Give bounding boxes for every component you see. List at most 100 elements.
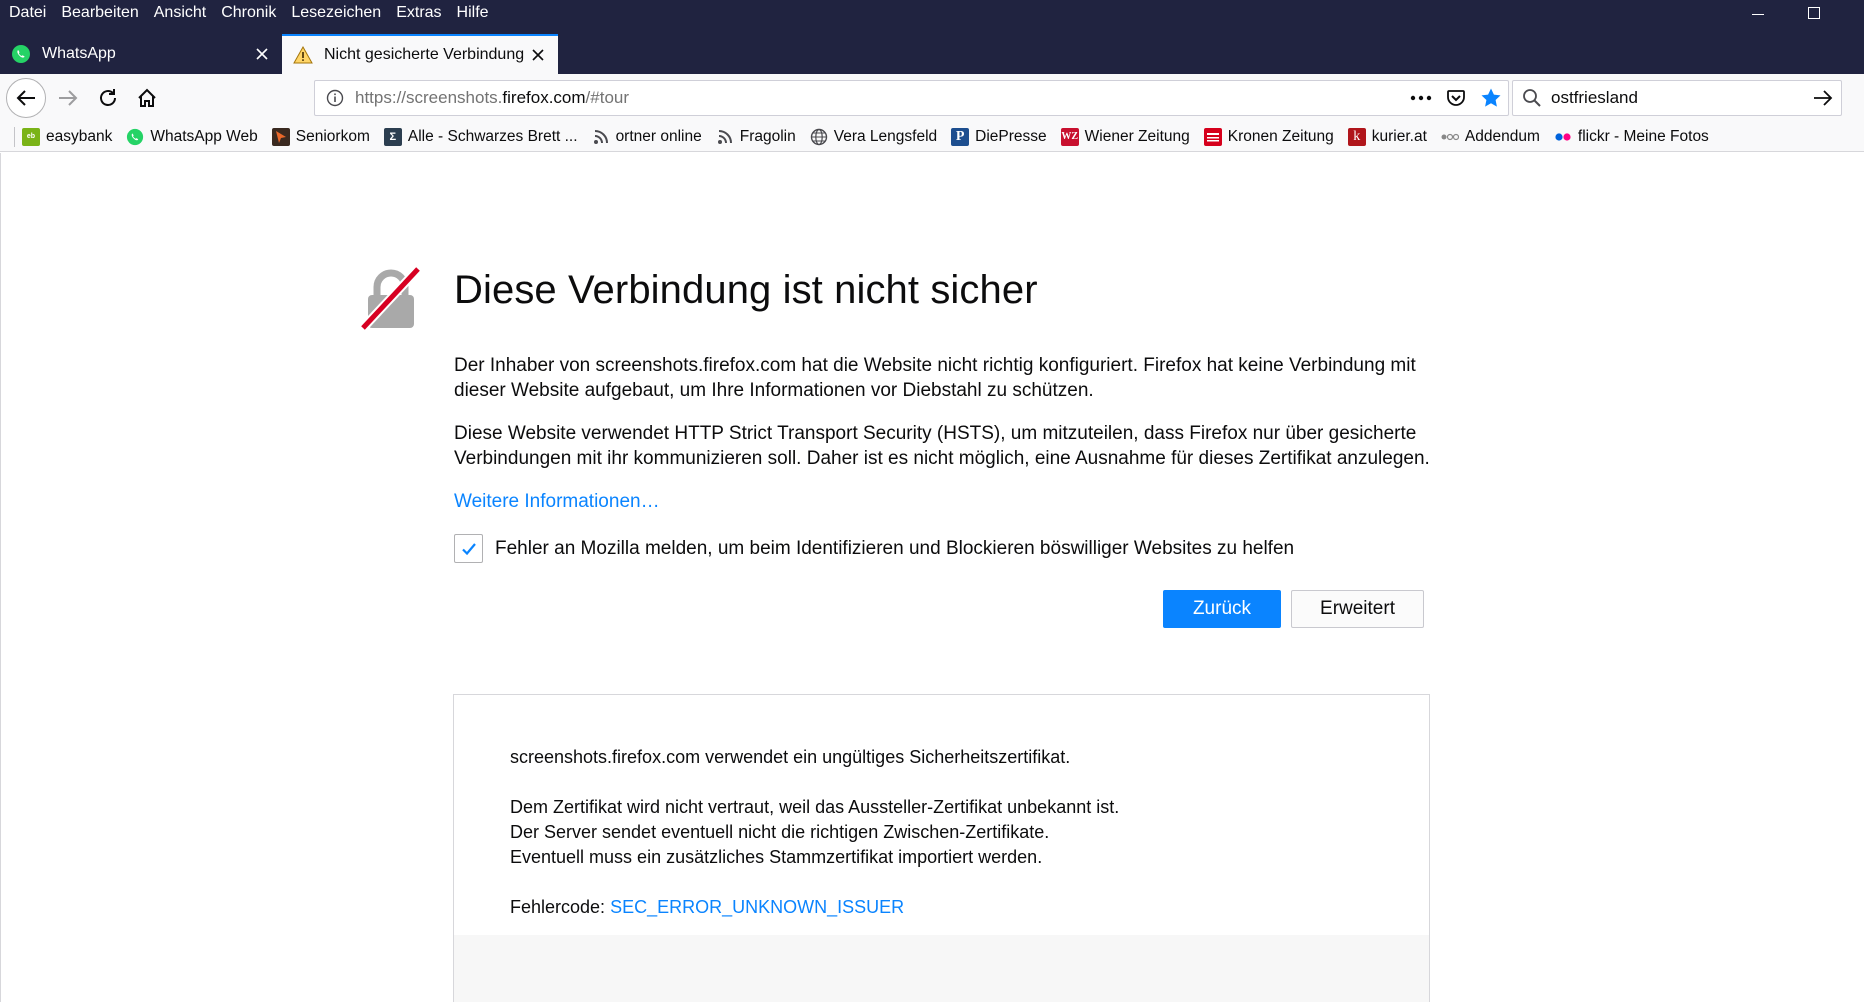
menu-chronik[interactable]: Chronik: [221, 4, 276, 22]
url-suffix: /#tour: [585, 88, 630, 107]
menu-bar: Datei Bearbeiten Ansicht Chronik Lesezei…: [0, 0, 504, 26]
bookmark-easybank[interactable]: eb easybank: [22, 127, 113, 146]
details-footer: [454, 935, 1429, 1002]
advanced-button[interactable]: Erweitert: [1291, 590, 1424, 628]
reload-button[interactable]: [90, 80, 126, 116]
close-tab-icon[interactable]: [524, 41, 552, 69]
go-back-button[interactable]: Zurück: [1163, 590, 1281, 628]
bookmark-label: Vera Lengsfeld: [833, 127, 938, 145]
details-line: Eventuell muss ein zusätzliches Stammzer…: [510, 847, 1043, 867]
globe-icon: [810, 128, 828, 146]
menu-lesezeichen[interactable]: Lesezeichen: [291, 4, 381, 22]
report-error-row: Fehler an Mozilla melden, um beim Identi…: [454, 534, 1294, 563]
board-icon: Σ: [383, 127, 402, 146]
maximize-button[interactable]: [1788, 0, 1840, 26]
error-title: Diese Verbindung ist nicht sicher: [454, 268, 1038, 312]
page-actions-button[interactable]: [1403, 81, 1438, 115]
details-line: Der Server sendet eventuell nicht die ri…: [510, 822, 1050, 842]
addendum-icon: [1441, 128, 1459, 146]
bookmark-kurier[interactable]: k kurier.at: [1347, 127, 1427, 146]
bookmark-label: Fragolin: [739, 127, 796, 145]
menu-bearbeiten[interactable]: Bearbeiten: [61, 4, 138, 22]
tab-nicht-gesicherte-verbindung[interactable]: Nicht gesicherte Verbindung: [282, 34, 558, 74]
kurier-icon: k: [1347, 127, 1366, 146]
back-button[interactable]: [6, 78, 46, 118]
rss-icon: [716, 128, 734, 146]
pocket-button[interactable]: [1438, 81, 1473, 115]
wienerzeitung-icon: WZ: [1060, 127, 1079, 146]
bookmark-vera-lengsfeld[interactable]: Vera Lengsfeld: [810, 128, 937, 146]
bookmark-label: WhatsApp Web: [150, 127, 258, 145]
forward-button[interactable]: [50, 80, 86, 116]
error-code-line: Fehlercode: SEC_ERROR_UNKNOWN_ISSUER: [510, 895, 1119, 920]
whatsapp-icon: [126, 128, 144, 146]
home-icon: [138, 88, 156, 107]
tab-label: WhatsApp: [42, 45, 116, 62]
search-icon: [1513, 81, 1551, 115]
bookmark-seniorkom[interactable]: Seniorkom: [271, 127, 370, 146]
bookmark-diepresse[interactable]: P DiePresse: [951, 127, 1047, 146]
search-input[interactable]: ostfriesland: [1551, 88, 1805, 108]
url-bar[interactable]: https://screenshots.firefox.com/#tour: [314, 80, 1509, 116]
menu-extras[interactable]: Extras: [396, 4, 441, 22]
bookmark-label: Seniorkom: [295, 127, 370, 145]
url-host: firefox.com: [502, 88, 586, 107]
error-code-link[interactable]: SEC_ERROR_UNKNOWN_ISSUER: [610, 897, 904, 917]
flickr-icon: [1554, 128, 1572, 146]
tab-label: Nicht gesicherte Verbindung: [324, 46, 524, 63]
report-error-label: Fehler an Mozilla melden, um beim Identi…: [495, 537, 1295, 559]
learn-more-link[interactable]: Weitere Informationen…: [454, 491, 660, 513]
bookmark-label: Addendum: [1464, 127, 1540, 145]
menu-datei[interactable]: Datei: [9, 4, 46, 22]
tab-whatsapp[interactable]: WhatsApp: [0, 36, 282, 72]
bookmark-label: flickr - Meine Fotos: [1577, 127, 1709, 145]
bookmark-schwarzes-brett[interactable]: Σ Alle - Schwarzes Brett ...: [383, 127, 578, 146]
pocket-icon: [1446, 90, 1465, 106]
bookmark-label: Kronen Zeitung: [1227, 127, 1334, 145]
url-actions: [1403, 81, 1508, 115]
tab-strip: WhatsApp Nicht gesicherte Verbindung: [0, 34, 1864, 96]
whatsapp-icon: [10, 43, 32, 65]
krone-icon: [1203, 127, 1222, 146]
search-bar[interactable]: ostfriesland: [1512, 80, 1842, 116]
bookmark-label: kurier.at: [1371, 127, 1427, 145]
bookmark-fragolin[interactable]: Fragolin: [716, 128, 796, 146]
easybank-icon: eb: [22, 127, 40, 146]
warning-icon: [292, 44, 314, 66]
broken-lock-icon: [358, 265, 424, 332]
bookmark-label: ortner online: [615, 127, 702, 145]
url-text[interactable]: https://screenshots.firefox.com/#tour: [355, 88, 629, 108]
menu-hilfe[interactable]: Hilfe: [457, 4, 489, 22]
bookmark-addendum[interactable]: Addendum: [1441, 128, 1540, 146]
details-text: screenshots.firefox.com verwendet ein un…: [510, 745, 1119, 920]
minimize-button[interactable]: [1732, 0, 1784, 26]
arrow-left-icon: [16, 90, 35, 106]
bookmark-wiener-zeitung[interactable]: WZ Wiener Zeitung: [1060, 127, 1190, 146]
report-error-checkbox[interactable]: [454, 534, 483, 563]
url-prefix: https://screenshots.: [355, 88, 503, 107]
bookmark-label: easybank: [46, 127, 113, 145]
home-button[interactable]: [129, 80, 165, 116]
star-icon: [1481, 88, 1500, 107]
error-page: Diese Verbindung ist nicht sicher Der In…: [0, 153, 1864, 1002]
advanced-details-panel: screenshots.firefox.com verwendet ein un…: [453, 694, 1430, 1002]
reload-icon: [100, 89, 116, 106]
info-icon[interactable]: [317, 81, 353, 115]
maximize-icon: [1808, 7, 1820, 19]
bookmark-label: Wiener Zeitung: [1084, 127, 1190, 145]
bookmark-label: DiePresse: [975, 127, 1047, 145]
seniorkom-icon: [271, 127, 290, 146]
search-go-button[interactable]: [1805, 81, 1841, 115]
bookmark-ortner-online[interactable]: ortner online: [592, 128, 702, 146]
menu-ansicht[interactable]: Ansicht: [154, 4, 206, 22]
error-code-label: Fehlercode:: [510, 897, 611, 917]
bookmark-kronen-zeitung[interactable]: Kronen Zeitung: [1203, 127, 1334, 146]
rss-icon: [592, 128, 610, 146]
details-line: Dem Zertifikat wird nicht vertraut, weil…: [510, 797, 1120, 817]
bookmark-whatsapp-web[interactable]: WhatsApp Web: [126, 127, 258, 146]
bookmark-flickr[interactable]: flickr - Meine Fotos: [1554, 128, 1709, 146]
error-description: Der Inhaber von screenshots.firefox.com …: [454, 355, 1416, 401]
close-tab-icon[interactable]: [248, 40, 276, 68]
bookmark-star-button[interactable]: [1473, 81, 1508, 115]
